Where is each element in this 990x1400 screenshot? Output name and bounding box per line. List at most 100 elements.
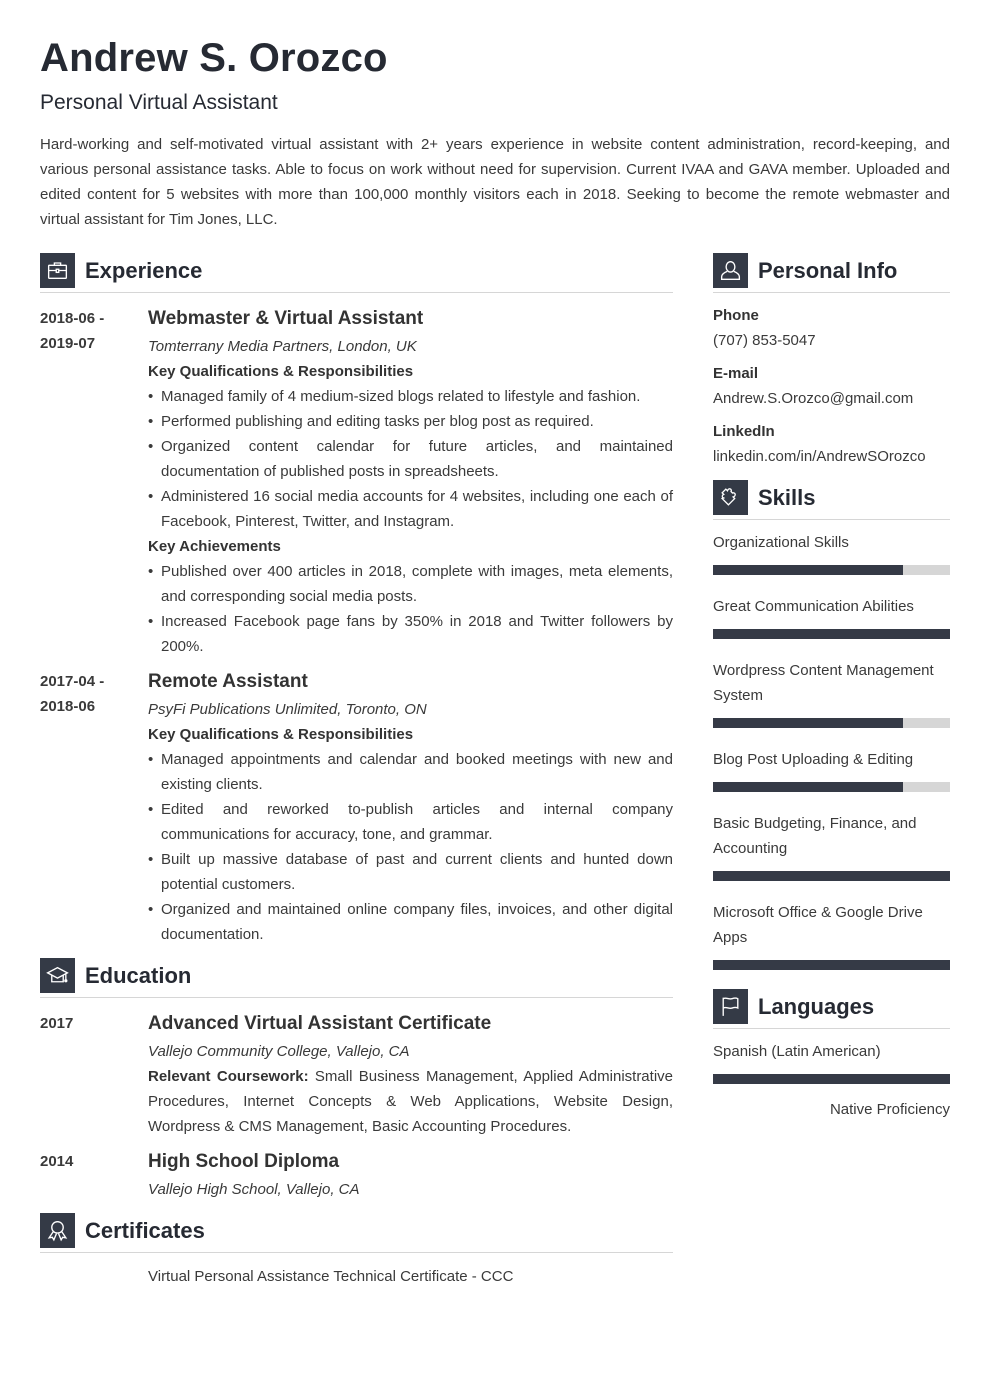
skill-level-bar: [713, 718, 950, 728]
company: PsyFi Publications Unlimited, Toronto, O…: [148, 701, 427, 718]
experience-section: Experience 2018-06 - 2019-07 Webmaster &…: [40, 253, 673, 947]
skill-name: Blog Post Uploading & Editing: [713, 751, 914, 768]
skill-level-fill: [713, 871, 950, 881]
language-level-label: Native Proficiency: [829, 1101, 950, 1118]
award-ribbon-icon: [40, 1213, 75, 1248]
job-dates: 2018-06 - 2019-07: [40, 306, 148, 659]
responsibilities-list: Managed family of 4 medium-sized blogs r…: [148, 384, 673, 534]
date-start: 2018-06 -: [40, 310, 105, 327]
certificate-date-spacer: [40, 1264, 148, 1289]
list-item: Built up massive database of past and cu…: [148, 847, 673, 897]
responsibilities-heading: Key Qualifications & Responsibilities: [148, 726, 414, 743]
skill-item: Blog Post Uploading & Editing: [713, 747, 950, 792]
certificate-entry: Virtual Personal Assistance Technical Ce…: [40, 1264, 673, 1289]
list-item: Increased Facebook page fans by 350% in …: [148, 609, 673, 659]
skill-item: Great Communication Abilities: [713, 594, 950, 639]
section-header-skills: Skills: [713, 480, 950, 515]
section-title: Certificates: [85, 1217, 205, 1243]
email-label: E-mail: [713, 365, 759, 382]
puzzle-piece-icon: [713, 480, 748, 515]
education-body: High School Diploma Vallejo High School,…: [148, 1149, 673, 1202]
skill-level-bar: [713, 565, 950, 575]
date-start: 2017-04 -: [40, 673, 105, 690]
divider: [40, 288, 673, 293]
list-item: Edited and reworked to-publish articles …: [148, 797, 673, 847]
skill-item: Basic Budgeting, Finance, and Accounting: [713, 811, 950, 881]
skill-name: Wordpress Content Management System: [713, 662, 934, 704]
job-role: Webmaster & Virtual Assistant: [148, 308, 424, 329]
skill-name: Basic Budgeting, Finance, and Accounting: [713, 815, 917, 857]
list-item: Organized and maintained online company …: [148, 897, 673, 947]
school: Vallejo Community College, Vallejo, CA: [148, 1043, 410, 1060]
linkedin-label: LinkedIn: [713, 423, 775, 440]
right-column: Personal Info Phone (707) 853-5047 E-mai…: [713, 253, 950, 1122]
job-dates: 2017-04 - 2018-06: [40, 669, 148, 947]
flag-icon: [713, 989, 748, 1024]
skill-name: Microsoft Office & Google Drive Apps: [713, 904, 923, 946]
achievements-heading: Key Achievements: [148, 538, 281, 555]
skills-section: Skills Organizational Skills Great Commun…: [713, 480, 950, 970]
skill-level-bar: [713, 629, 950, 639]
section-header-experience: Experience: [40, 253, 673, 288]
divider: [713, 288, 950, 293]
section-title: Education: [85, 962, 192, 988]
job-entry: 2018-06 - 2019-07 Webmaster & Virtual As…: [40, 306, 673, 659]
phone-label: Phone: [713, 307, 759, 324]
phone-value: (707) 853-5047: [713, 332, 816, 349]
skill-level-fill: [713, 960, 950, 970]
job-body: Webmaster & Virtual Assistant Tomterrany…: [148, 306, 673, 659]
skill-level-bar: [713, 960, 950, 970]
section-header-education: Education: [40, 958, 673, 993]
language-level-bar: [713, 1074, 950, 1084]
section-header-languages: Languages: [713, 989, 950, 1024]
skill-level-fill: [713, 629, 950, 639]
list-item: Performed publishing and editing tasks p…: [148, 409, 673, 434]
date-end: 2019-07: [40, 335, 96, 352]
education-body: Advanced Virtual Assistant Certificate V…: [148, 1011, 673, 1139]
linkedin-value: linkedin.com/in/AndrewSOrozco: [713, 448, 926, 465]
degree: Advanced Virtual Assistant Certificate: [148, 1013, 492, 1034]
personal-info-section: Personal Info Phone (707) 853-5047 E-mai…: [713, 253, 950, 469]
divider: [713, 1024, 950, 1029]
section-title: Experience: [85, 257, 203, 283]
education-year: 2017: [40, 1015, 74, 1032]
section-title: Personal Info: [758, 257, 898, 283]
responsibilities-heading: Key Qualifications & Responsibilities: [148, 363, 414, 380]
skill-item: Microsoft Office & Google Drive Apps: [713, 900, 950, 970]
skill-level-bar: [713, 782, 950, 792]
skill-item: Organizational Skills: [713, 530, 950, 575]
briefcase-icon: [40, 253, 75, 288]
education-year: 2014: [40, 1153, 74, 1170]
graduation-cap-icon: [40, 958, 75, 993]
job-entry: 2017-04 - 2018-06 Remote Assistant PsyFi…: [40, 669, 673, 947]
skill-level-fill: [713, 718, 903, 728]
list-item: Managed appointments and calendar and bo…: [148, 747, 673, 797]
education-entry: 2017 Advanced Virtual Assistant Certific…: [40, 1011, 673, 1139]
languages-section: Languages Spanish (Latin American) Native…: [713, 989, 950, 1122]
job-title: Personal Virtual Assistant: [40, 91, 278, 114]
summary: Hard-working and self-motivated virtual …: [40, 136, 950, 228]
date-end: 2018-06: [40, 698, 96, 715]
language-item: Spanish (Latin American) Native Proficien…: [713, 1039, 950, 1122]
phone-block: Phone (707) 853-5047: [713, 303, 950, 353]
list-item: Published over 400 articles in 2018, com…: [148, 559, 673, 609]
skill-name: Organizational Skills: [713, 534, 849, 551]
languages-list: Spanish (Latin American) Native Proficien…: [713, 1039, 950, 1122]
list-item: Organized content calendar for future ar…: [148, 434, 673, 484]
education-entry: 2014 High School Diploma Vallejo High Sc…: [40, 1149, 673, 1202]
skill-item: Wordpress Content Management System: [713, 658, 950, 728]
education-section: Education 2017 Advanced Virtual Assistan…: [40, 958, 673, 1202]
skill-name: Great Communication Abilities: [713, 598, 914, 615]
degree: High School Diploma: [148, 1151, 340, 1172]
certificates-section: Certificates Virtual Personal Assistance…: [40, 1213, 673, 1289]
company: Tomterrany Media Partners, London, UK: [148, 338, 417, 355]
candidate-name: Andrew S. Orozco: [40, 36, 388, 80]
email-value: Andrew.S.Orozco@gmail.com: [713, 390, 914, 407]
list-item: Administered 16 social media accounts fo…: [148, 484, 673, 534]
divider: [40, 1248, 673, 1253]
section-header-personal-info: Personal Info: [713, 253, 950, 288]
section-header-certificates: Certificates: [40, 1213, 673, 1248]
left-column: Experience 2018-06 - 2019-07 Webmaster &…: [40, 253, 673, 1289]
certificate-name: Virtual Personal Assistance Technical Ce…: [148, 1268, 514, 1285]
divider: [40, 993, 673, 998]
